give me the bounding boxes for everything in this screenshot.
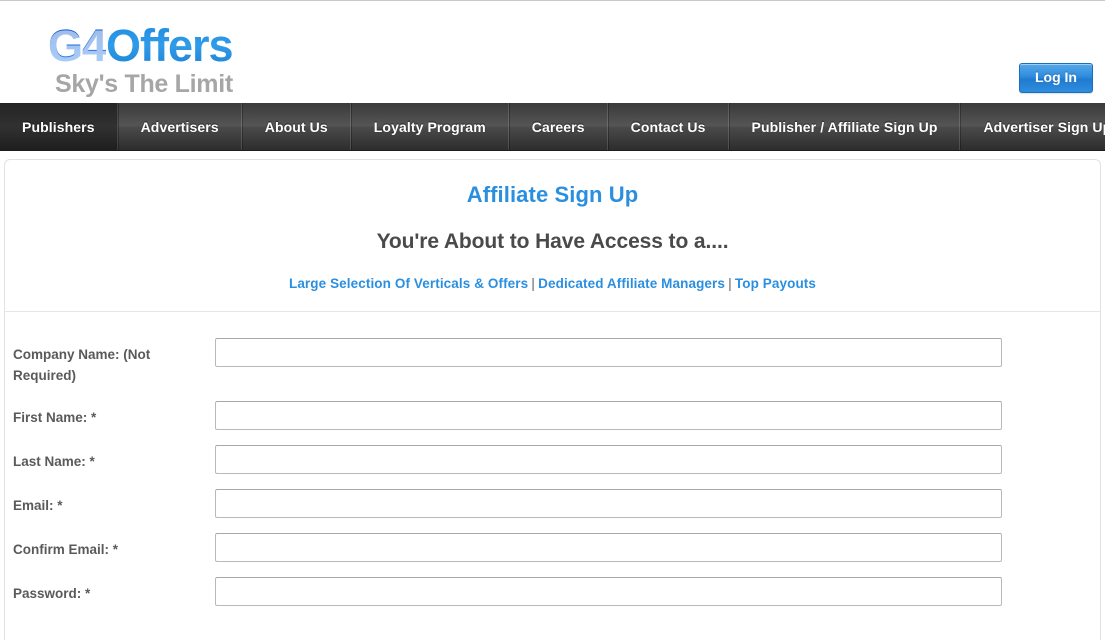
nav-item-advertiser-sign-up[interactable]: Advertiser Sign Up bbox=[960, 103, 1105, 150]
content-panel-wrapper: Affiliate Sign Up You're About to Have A… bbox=[0, 151, 1105, 640]
main-navigation: Publishers Advertisers About Us Loyalty Pro… bbox=[0, 103, 1105, 151]
signup-panel: Affiliate Sign Up You're About to Have A… bbox=[4, 159, 1101, 640]
nav-item-label: Contact Us bbox=[630, 118, 706, 135]
field-wrapper bbox=[215, 577, 1100, 606]
nav-item-publisher-affiliate-sign-up[interactable]: Publisher / Affiliate Sign Up bbox=[728, 103, 961, 150]
page-subtitle: You're About to Have Access to a.... bbox=[376, 230, 729, 253]
nav-item-careers[interactable]: Careers bbox=[508, 103, 608, 150]
logo-tagline: Sky's The Limit bbox=[55, 70, 233, 98]
input-email[interactable] bbox=[215, 489, 1002, 518]
field-wrapper bbox=[215, 533, 1100, 562]
form-row: Last Name: * bbox=[5, 445, 1100, 474]
label-last-name: Last Name: * bbox=[13, 454, 95, 469]
label-confirm-email: Confirm Email: * bbox=[13, 542, 119, 557]
signup-form: Company Name: (Not Required) First Name: … bbox=[5, 312, 1100, 606]
page-title: Affiliate Sign Up bbox=[466, 182, 639, 207]
page-header: G4Offers Sky's The Limit Log In bbox=[0, 1, 1105, 103]
nav-item-label: Careers bbox=[531, 118, 585, 135]
panel-header: Affiliate Sign Up You're About to Have A… bbox=[5, 160, 1100, 312]
login-button[interactable]: Log In bbox=[1019, 63, 1093, 93]
field-wrapper bbox=[215, 401, 1100, 430]
benefit-separator: | bbox=[728, 276, 732, 291]
benefit-link[interactable]: Dedicated Affiliate Managers bbox=[538, 276, 725, 291]
logo-text-g4: G4 bbox=[48, 20, 107, 71]
nav-item-label: Advertiser Sign Up bbox=[983, 118, 1105, 135]
input-confirm-email[interactable] bbox=[215, 533, 1002, 562]
nav-item-about-us[interactable]: About Us bbox=[241, 103, 351, 150]
input-last-name[interactable] bbox=[215, 445, 1002, 474]
nav-item-contact-us[interactable]: Contact Us bbox=[607, 103, 729, 150]
benefits-list: Large Selection Of Verticals & Offers | De… bbox=[25, 276, 1080, 291]
label-password: Password: * bbox=[13, 586, 91, 601]
nav-item-label: Loyalty Program bbox=[373, 118, 486, 135]
benefit-separator: | bbox=[531, 276, 536, 291]
field-wrapper bbox=[215, 338, 1100, 367]
field-wrapper bbox=[215, 445, 1100, 474]
form-row: Password: * bbox=[5, 577, 1100, 606]
form-row: First Name: * bbox=[5, 401, 1100, 430]
logo-wordmark: G4Offers bbox=[48, 20, 234, 71]
input-first-name[interactable] bbox=[215, 401, 1002, 430]
nav-item-label: Advertisers bbox=[140, 118, 219, 135]
nav-item-publishers[interactable]: Publishers bbox=[0, 103, 118, 150]
label-company-name-not-required: Company Name: (Not Required) bbox=[13, 347, 151, 383]
form-row: Company Name: (Not Required) bbox=[5, 338, 1100, 386]
input-company-name-not-required[interactable] bbox=[215, 338, 1002, 367]
label-first-name: First Name: * bbox=[13, 410, 97, 425]
nav-item-label: About Us bbox=[264, 118, 328, 135]
nav-item-label: Publisher / Affiliate Sign Up bbox=[751, 118, 938, 135]
logo-text-offers: Offers bbox=[106, 20, 234, 71]
nav-item-advertisers[interactable]: Advertisers bbox=[117, 103, 242, 150]
benefit-link[interactable]: Top Payouts bbox=[735, 276, 816, 291]
site-logo[interactable]: G4Offers Sky's The Limit bbox=[48, 20, 234, 99]
input-password[interactable] bbox=[215, 577, 1002, 606]
nav-item-label: Publishers bbox=[22, 118, 95, 135]
label-email: Email: * bbox=[13, 498, 63, 513]
form-row: Confirm Email: * bbox=[5, 533, 1100, 562]
nav-item-loyalty-program[interactable]: Loyalty Program bbox=[350, 103, 509, 150]
benefit-link[interactable]: Large Selection Of Verticals & Offers bbox=[289, 276, 528, 291]
form-row: Email: * bbox=[5, 489, 1100, 518]
field-wrapper bbox=[215, 489, 1100, 518]
